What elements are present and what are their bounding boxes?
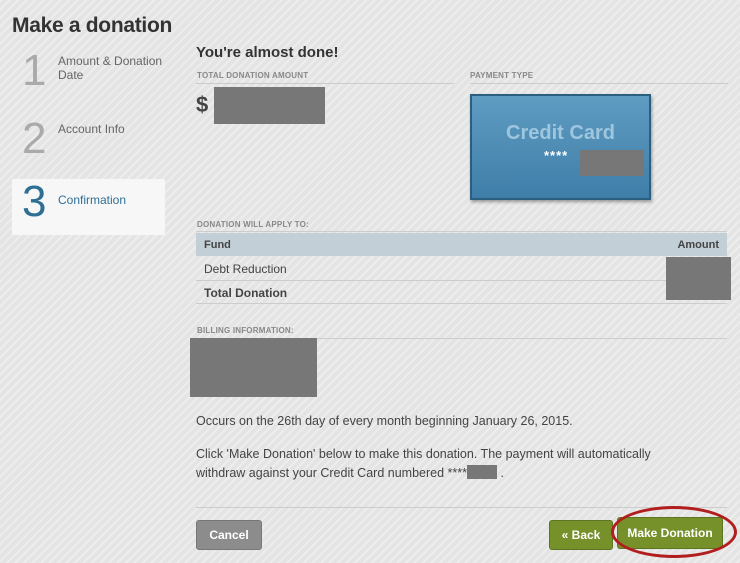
card-type-title: Credit Card [506, 122, 615, 144]
total-donation-row-label: Total Donation [204, 286, 288, 300]
fund-column-header: Fund [204, 239, 231, 251]
instruction-card-text: withdraw against your Credit Card number… [196, 466, 467, 480]
step-number: 2 [22, 114, 47, 163]
cancel-button[interactable]: Cancel [196, 520, 262, 550]
instruction-line-1: Click 'Make Donation' below to make this… [196, 447, 651, 461]
divider [196, 231, 727, 232]
recurrence-text: Occurs on the 26th day of every month be… [196, 414, 573, 428]
amount-column-header: Amount [677, 239, 719, 251]
currency-symbol: $ [196, 92, 209, 117]
page-title: Make a donation [12, 14, 173, 37]
table-row-divider [196, 280, 666, 281]
divider [196, 83, 454, 84]
back-button[interactable]: « Back [549, 520, 613, 550]
redacted-fund-amounts [666, 257, 731, 300]
step-confirmation: 3 Confirmation [12, 177, 165, 235]
billing-info-label: BILLING INFORMATION: [197, 326, 294, 335]
step-amount[interactable]: 1 Amount & Donation Date [12, 46, 172, 112]
highlight-ring-annotation [611, 506, 737, 558]
redacted-amount [214, 87, 325, 124]
fund-table-header: Fund Amount [196, 233, 727, 256]
step-number: 1 [22, 46, 47, 95]
redacted-billing-info [190, 338, 317, 397]
instruction-line-2: withdraw against your Credit Card number… [196, 464, 731, 483]
table-bottom-divider [196, 303, 727, 304]
divider [470, 83, 728, 84]
step-account-info[interactable]: 2 Account Info [12, 114, 172, 180]
confirmation-heading: You're almost done! [196, 44, 339, 61]
redacted-card-last4 [466, 465, 497, 479]
card-masked-number: **** [544, 148, 569, 163]
fund-name: Debt Reduction [204, 262, 287, 276]
step-number: 3 [22, 177, 47, 226]
redacted-card-digits [580, 150, 644, 176]
instruction-text: Click 'Make Donation' below to make this… [196, 445, 731, 483]
donation-apply-label: DONATION WILL APPLY TO: [197, 220, 309, 229]
step-label: Confirmation [58, 193, 127, 207]
credit-card-tile: Credit Card **** [470, 94, 651, 200]
total-donation-label: TOTAL DONATION AMOUNT [197, 71, 309, 80]
step-label: Account Info [58, 122, 125, 136]
payment-type-label: PAYMENT TYPE [470, 71, 534, 80]
instruction-period: . [500, 466, 504, 480]
step-label: Amount & Donation Date [58, 54, 163, 82]
